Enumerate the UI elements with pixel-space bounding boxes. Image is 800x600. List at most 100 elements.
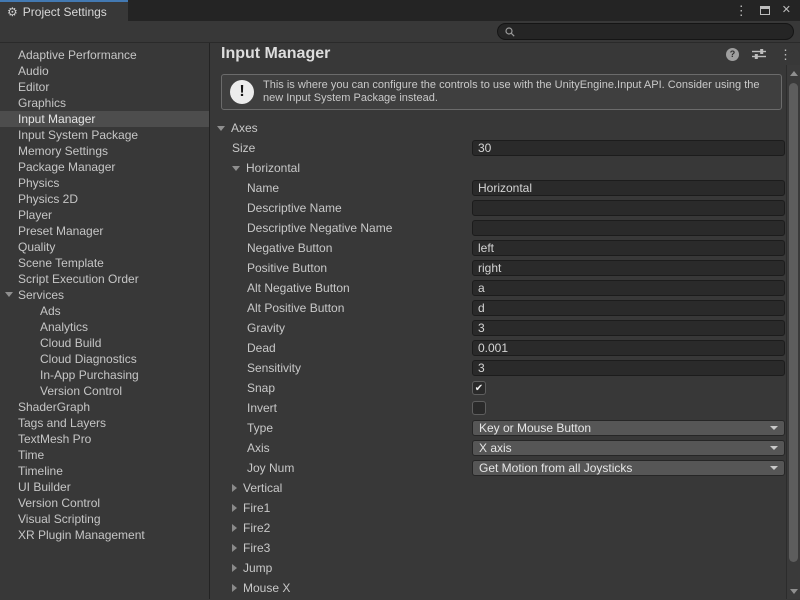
scrollbar-thumb[interactable] xyxy=(789,83,798,562)
row-positive-button: Positive Buttonright xyxy=(210,258,786,278)
text-field-positive-button[interactable]: right xyxy=(472,260,785,276)
foldout-jump[interactable]: Jump xyxy=(210,558,786,578)
sidebar-item-physics-2d[interactable]: Physics 2D xyxy=(0,191,209,207)
sidebar-item-quality[interactable]: Quality xyxy=(0,239,209,255)
chevron-down-icon xyxy=(770,466,778,470)
row-negative-button: Negative Buttonleft xyxy=(210,238,786,258)
sidebar-item-editor[interactable]: Editor xyxy=(0,79,209,95)
foldout-mouse-x[interactable]: Mouse X xyxy=(210,578,786,598)
help-icon[interactable]: ? xyxy=(726,48,739,61)
foldout-open-icon[interactable] xyxy=(217,126,225,131)
sidebar-item-shadergraph[interactable]: ShaderGraph xyxy=(0,399,209,415)
text-field-dead[interactable]: 0.001 xyxy=(472,340,785,356)
search-input[interactable] xyxy=(515,24,786,39)
maximize-icon[interactable] xyxy=(760,6,770,15)
foldout-fire2[interactable]: Fire2 xyxy=(210,518,786,538)
sidebar-item-ui-builder[interactable]: UI Builder xyxy=(0,479,209,495)
foldout-open-icon[interactable] xyxy=(5,292,13,297)
sidebar-item-graphics[interactable]: Graphics xyxy=(0,95,209,111)
row-joy-num: Joy NumGet Motion from all Joysticks xyxy=(210,458,786,478)
scroll-up-icon[interactable] xyxy=(790,71,798,76)
text-field-negative-button[interactable]: left xyxy=(472,240,785,256)
sidebar-item-services-version-control[interactable]: Version Control xyxy=(0,383,209,399)
dropdown-type[interactable]: Key or Mouse Button xyxy=(472,420,785,436)
row-descriptive-negative-name: Descriptive Negative Name xyxy=(210,218,786,238)
foldout-fire1[interactable]: Fire1 xyxy=(210,498,786,518)
gear-icon: ⚙ xyxy=(7,6,18,18)
panel-menu-icon[interactable]: ⋮ xyxy=(779,48,792,61)
sidebar-item-in-app-purchasing[interactable]: In-App Purchasing xyxy=(0,367,209,383)
checkbox-snap[interactable]: ✔ xyxy=(472,381,486,395)
sidebar-item-preset-manager[interactable]: Preset Manager xyxy=(0,223,209,239)
text-field-sensitivity[interactable]: 3 xyxy=(472,360,785,376)
text-field-alt-positive-button[interactable]: d xyxy=(472,300,785,316)
text-field-size[interactable]: 30 xyxy=(472,140,785,156)
text-field-name[interactable]: Horizontal xyxy=(472,180,785,196)
sidebar-item-version-control[interactable]: Version Control xyxy=(0,495,209,511)
dropdown-joy-num[interactable]: Get Motion from all Joysticks xyxy=(472,460,785,476)
help-box-text: This is where you can configure the cont… xyxy=(263,79,773,105)
sidebar-item-input-system-package[interactable]: Input System Package xyxy=(0,127,209,143)
foldout-closed-icon[interactable] xyxy=(232,584,237,592)
foldout-closed-icon[interactable] xyxy=(232,544,237,552)
sidebar-item-cloud-diagnostics[interactable]: Cloud Diagnostics xyxy=(0,351,209,367)
foldout-vertical[interactable]: Vertical xyxy=(210,478,786,498)
foldout-closed-icon[interactable] xyxy=(232,484,237,492)
search-box[interactable] xyxy=(497,23,794,40)
text-field-descriptive-name[interactable] xyxy=(472,200,785,216)
foldout-closed-icon[interactable] xyxy=(232,504,237,512)
text-field-alt-negative-button[interactable]: a xyxy=(472,280,785,296)
foldout-horizontal[interactable]: Horizontal xyxy=(210,158,786,178)
vertical-scrollbar[interactable] xyxy=(786,65,800,599)
sidebar-item-package-manager[interactable]: Package Manager xyxy=(0,159,209,175)
row-snap: Snap✔ xyxy=(210,378,786,398)
sidebar-item-audio[interactable]: Audio xyxy=(0,63,209,79)
row-invert: Invert✔ xyxy=(210,398,786,418)
dropdown-axis[interactable]: X axis xyxy=(472,440,785,456)
sidebar-item-ads[interactable]: Ads xyxy=(0,303,209,319)
sidebar-item-timeline[interactable]: Timeline xyxy=(0,463,209,479)
axes-settings-list: Axes Size30 Horizontal NameHorizontal De… xyxy=(210,118,786,598)
checkbox-invert[interactable]: ✔ xyxy=(472,401,486,415)
row-descriptive-name: Descriptive Name xyxy=(210,198,786,218)
row-alt-positive-button: Alt Positive Buttond xyxy=(210,298,786,318)
text-field-gravity[interactable]: 3 xyxy=(472,320,785,336)
sidebar-item-adaptive-performance[interactable]: Adaptive Performance xyxy=(0,47,209,63)
foldout-closed-icon[interactable] xyxy=(232,524,237,532)
sidebar-item-analytics[interactable]: Analytics xyxy=(0,319,209,335)
scroll-down-icon[interactable] xyxy=(790,589,798,594)
tab-project-settings[interactable]: ⚙ Project Settings xyxy=(0,0,128,21)
foldout-open-icon[interactable] xyxy=(232,166,240,171)
presets-icon[interactable] xyxy=(752,48,766,60)
row-size: Size30 xyxy=(210,138,786,158)
sidebar-item-player[interactable]: Player xyxy=(0,207,209,223)
foldout-fire3[interactable]: Fire3 xyxy=(210,538,786,558)
toolbar xyxy=(0,21,800,43)
sidebar-item-textmesh-pro[interactable]: TextMesh Pro xyxy=(0,431,209,447)
project-settings-window: ⚙ Project Settings ⋮ ✕ Adaptive Performa… xyxy=(0,0,800,600)
sidebar-item-cloud-build[interactable]: Cloud Build xyxy=(0,335,209,351)
close-icon[interactable]: ✕ xyxy=(782,5,791,16)
row-alt-negative-button: Alt Negative Buttona xyxy=(210,278,786,298)
foldout-closed-icon[interactable] xyxy=(232,564,237,572)
sidebar-item-tags-and-layers[interactable]: Tags and Layers xyxy=(0,415,209,431)
foldout-axes[interactable]: Axes xyxy=(210,118,786,138)
settings-sidebar: Adaptive Performance Audio Editor Graphi… xyxy=(0,43,210,599)
sidebar-item-xr-plugin-management[interactable]: XR Plugin Management xyxy=(0,527,209,543)
sidebar-item-time[interactable]: Time xyxy=(0,447,209,463)
row-type: TypeKey or Mouse Button xyxy=(210,418,786,438)
info-help-box: ! This is where you can configure the co… xyxy=(221,74,782,110)
sidebar-item-visual-scripting[interactable]: Visual Scripting xyxy=(0,511,209,527)
sidebar-item-input-manager[interactable]: Input Manager xyxy=(0,111,209,127)
sidebar-item-scene-template[interactable]: Scene Template xyxy=(0,255,209,271)
sidebar-item-memory-settings[interactable]: Memory Settings xyxy=(0,143,209,159)
title-bar: ⚙ Project Settings ⋮ ✕ xyxy=(0,0,800,21)
sidebar-item-script-execution-order[interactable]: Script Execution Order xyxy=(0,271,209,287)
info-bubble-icon: ! xyxy=(230,80,254,104)
tab-title: Project Settings xyxy=(23,5,107,19)
window-menu-icon[interactable]: ⋮ xyxy=(735,4,748,17)
sidebar-item-physics[interactable]: Physics xyxy=(0,175,209,191)
chevron-down-icon xyxy=(770,446,778,450)
sidebar-item-services[interactable]: Services xyxy=(0,287,209,303)
text-field-descriptive-negative-name[interactable] xyxy=(472,220,785,236)
